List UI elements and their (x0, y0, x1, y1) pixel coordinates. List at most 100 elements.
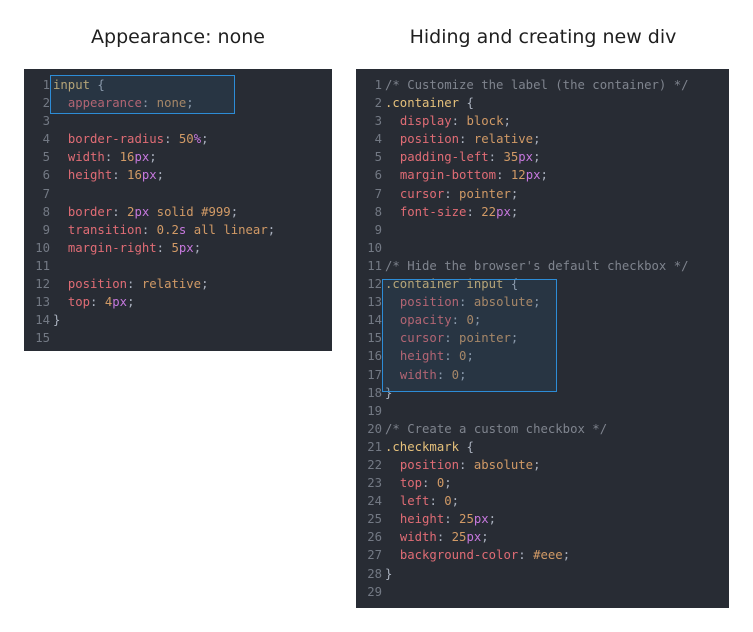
line-number: 13 (367, 295, 382, 310)
line-number: 27 (367, 548, 382, 563)
code-token: #999 (201, 204, 231, 219)
code-token: ; (540, 168, 548, 183)
code-text: position: absolute; (385, 456, 729, 474)
line-number: 18 (367, 385, 382, 400)
code-token: font-size (399, 204, 467, 219)
line-number: 28 (367, 566, 382, 581)
code-line: 25 height: 25px; (356, 510, 729, 528)
line-number: 22 (367, 457, 382, 472)
line-number: 20 (367, 421, 382, 436)
code-token: ; (481, 530, 489, 545)
code-text: cursor: pointer; (385, 185, 729, 203)
code-token: background-color (399, 548, 519, 563)
code-token: ; (156, 168, 165, 183)
code-token: : (112, 204, 128, 219)
code-token: ; (488, 512, 497, 527)
code-token: ; (267, 222, 276, 237)
line-number: 4 (42, 132, 50, 147)
line-number: 4 (374, 132, 382, 147)
code-text: top: 4px; (53, 293, 332, 311)
code-token: px (466, 530, 482, 545)
line-number: 12 (367, 277, 382, 292)
code-token: : (459, 457, 474, 472)
code-token: 5 (171, 240, 179, 255)
line-number: 5 (374, 150, 382, 165)
code-token: position (67, 277, 128, 292)
code-token: px (525, 168, 541, 183)
code-token: left (399, 494, 430, 509)
code-token: width (67, 150, 105, 165)
code-token: ; (201, 277, 209, 292)
code-token: : (436, 530, 452, 545)
code-token: 0.2 (156, 222, 179, 237)
line-number: 12 (35, 277, 50, 292)
code-line: 11/* Hide the browser's default checkbox… (356, 257, 729, 275)
code-text: } (53, 311, 332, 329)
code-line: 5 width: 16px; (24, 148, 332, 166)
code-token: : (429, 494, 445, 509)
code-token: % (193, 132, 202, 147)
code-text: border: 2px solid #999; (53, 203, 332, 221)
code-token: ; (503, 114, 511, 129)
code-line: 1/* Customize the label (the container) … (356, 76, 729, 94)
code-token: : (466, 204, 482, 219)
code-token: 0 (444, 494, 452, 509)
code-line: 7 (24, 185, 332, 203)
code-text: left: 0; (385, 492, 729, 510)
code-token: : (488, 150, 504, 165)
code-token: ; (201, 132, 209, 147)
code-token: /* Hide the browser's default checkbox *… (385, 258, 689, 273)
code-token: : (496, 168, 511, 183)
code-token: ; (444, 476, 452, 491)
code-text: /* Hide the browser's default checkbox *… (385, 257, 729, 275)
code-token: { (459, 439, 474, 454)
code-line: 15 (24, 329, 332, 347)
code-token: ; (149, 150, 157, 165)
line-number: 1 (374, 78, 382, 92)
line-number: 9 (374, 222, 382, 237)
code-text: .checkmark { (385, 438, 729, 456)
code-line: 4 border-radius: 50%; (24, 130, 332, 148)
code-token: px (141, 168, 157, 183)
code-text: width: 25px; (385, 528, 729, 546)
code-token: block (466, 114, 504, 129)
code-token: ; (127, 295, 135, 310)
line-number: 11 (367, 258, 382, 273)
code-line: 9 (356, 221, 729, 239)
code-line: 14} (24, 311, 332, 329)
code-panel-left: 1 input {2 appearance: none; 3 4 border-rad… (24, 69, 332, 351)
line-number: 14 (35, 313, 50, 328)
code-token: px (134, 204, 150, 219)
line-number: 26 (367, 530, 382, 545)
code-line: 19 (356, 402, 729, 420)
code-token: border-radius (67, 132, 165, 147)
code-token: /* Customize the label (the container) *… (385, 78, 689, 92)
code-token: absolute (473, 457, 534, 472)
line-number: 6 (374, 168, 382, 183)
code-token: px (518, 150, 534, 165)
code-line: 21 .checkmark { (356, 438, 729, 456)
code-token: pointer (459, 186, 511, 201)
line-number: 21 (367, 439, 382, 454)
code-text: transition: 0.2s all linear; (53, 221, 332, 239)
code-token: solid (149, 204, 202, 219)
code-text: /* Customize the label (the container) *… (385, 76, 729, 94)
code-token: cursor (399, 186, 445, 201)
code-line: 3 display: block; (356, 112, 729, 130)
line-number: 15 (367, 331, 382, 346)
